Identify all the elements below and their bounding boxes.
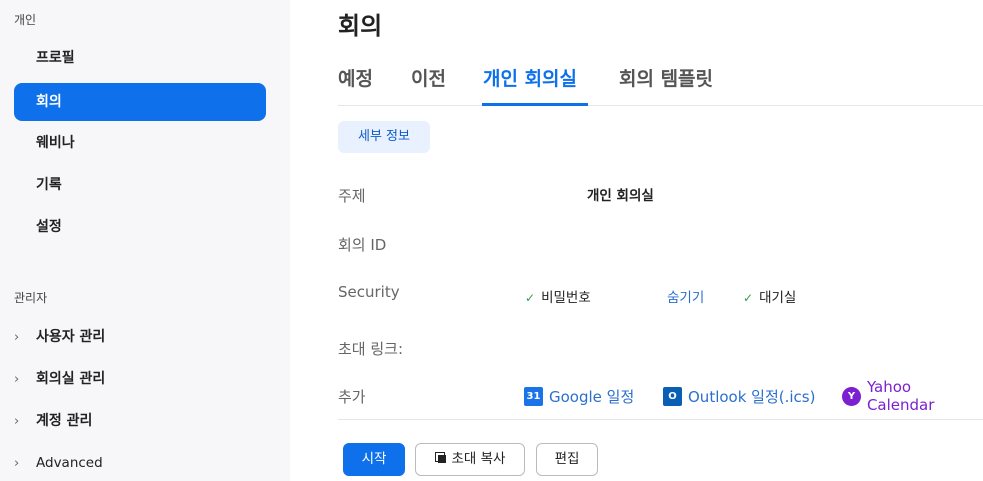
copy-invitation-button[interactable]: 초대 복사 bbox=[415, 443, 525, 476]
hide-passcode-link[interactable]: 숨기기 bbox=[667, 286, 704, 306]
sidebar-item-settings[interactable]: 설정 bbox=[14, 208, 266, 246]
details-button[interactable]: 세부 정보 bbox=[338, 121, 430, 153]
security-label: Security bbox=[338, 283, 400, 301]
sidebar-item-webinars[interactable]: 웨비나 bbox=[14, 124, 266, 162]
outlook-calendar-label: Outlook 일정(.ics) bbox=[688, 387, 816, 406]
sidebar-item-account-management[interactable]: › 계정 관리 bbox=[14, 407, 274, 435]
topic-label: 주제 bbox=[338, 187, 366, 205]
tab-upcoming[interactable]: 예정 bbox=[338, 64, 373, 91]
main-content: 회의 예정 이전 개인 회의실 회의 템플릿 세부 정보 주제 개인 회의실 회… bbox=[290, 0, 983, 481]
sidebar-item-label: 계정 관리 bbox=[36, 413, 93, 429]
yahoo-calendar-label: Yahoo Calendar bbox=[866, 378, 935, 414]
invite-link-label: 초대 링크: bbox=[338, 340, 404, 358]
sidebar-item-label: 사용자 관리 bbox=[36, 329, 106, 345]
page-title: 회의 bbox=[338, 12, 383, 40]
passcode-label: 비밀번호 bbox=[541, 290, 591, 306]
tab-bar: 예정 이전 개인 회의실 회의 템플릿 bbox=[338, 56, 983, 106]
sidebar-item-recordings[interactable]: 기록 bbox=[14, 166, 266, 204]
sidebar-item-user-management[interactable]: › 사용자 관리 bbox=[14, 323, 274, 351]
sidebar-item-room-management[interactable]: › 회의실 관리 bbox=[14, 365, 274, 393]
google-calendar-label: Google 일정 bbox=[549, 387, 635, 406]
passcode-item: ✓ 비밀번호 bbox=[525, 286, 591, 306]
meeting-id-label: 회의 ID bbox=[338, 236, 387, 254]
chevron-right-icon: › bbox=[14, 372, 20, 387]
check-icon: ✓ bbox=[525, 291, 536, 305]
tab-meeting-templates[interactable]: 회의 템플릿 bbox=[619, 64, 713, 91]
sidebar-item-profile[interactable]: 프로필 bbox=[14, 39, 266, 77]
outlook-calendar-link[interactable]: O Outlook 일정(.ics) bbox=[663, 384, 815, 408]
sidebar: 개인 프로필 회의 웨비나 기록 설정 관리자 › 사용자 관리 › 회의실 관리 … bbox=[0, 0, 290, 481]
copy-icon bbox=[434, 452, 447, 464]
chevron-right-icon: › bbox=[14, 330, 20, 345]
add-label: 추가 bbox=[338, 388, 366, 406]
section-label-personal: 개인 bbox=[14, 13, 37, 27]
start-button[interactable]: 시작 bbox=[343, 443, 405, 476]
sidebar-item-meetings[interactable]: 회의 bbox=[14, 83, 266, 121]
yahoo-icon: Y bbox=[842, 386, 861, 406]
sidebar-item-label: Advanced bbox=[36, 455, 103, 471]
topic-value: 개인 회의실 bbox=[587, 188, 654, 204]
google-calendar-icon: 31 bbox=[524, 386, 543, 406]
tab-previous[interactable]: 이전 bbox=[411, 64, 446, 91]
divider bbox=[338, 419, 983, 420]
waiting-room-label: 대기실 bbox=[759, 290, 797, 306]
copy-invitation-label: 초대 복사 bbox=[451, 451, 506, 467]
chevron-right-icon: › bbox=[14, 414, 20, 429]
tab-personal-room[interactable]: 개인 회의실 bbox=[483, 64, 577, 91]
waiting-room-item: ✓ 대기실 bbox=[743, 286, 796, 306]
yahoo-calendar-link[interactable]: Y Yahoo Calendar bbox=[842, 378, 983, 414]
check-icon: ✓ bbox=[743, 291, 754, 305]
sidebar-item-label: 회의실 관리 bbox=[36, 371, 106, 387]
edit-button[interactable]: 편집 bbox=[536, 443, 598, 476]
sidebar-item-advanced[interactable]: › Advanced bbox=[14, 449, 274, 477]
active-tab-indicator bbox=[482, 103, 588, 106]
section-label-admin: 관리자 bbox=[14, 291, 48, 305]
chevron-right-icon: › bbox=[14, 456, 20, 471]
outlook-icon: O bbox=[663, 386, 682, 406]
google-calendar-link[interactable]: 31 Google 일정 bbox=[524, 384, 634, 408]
